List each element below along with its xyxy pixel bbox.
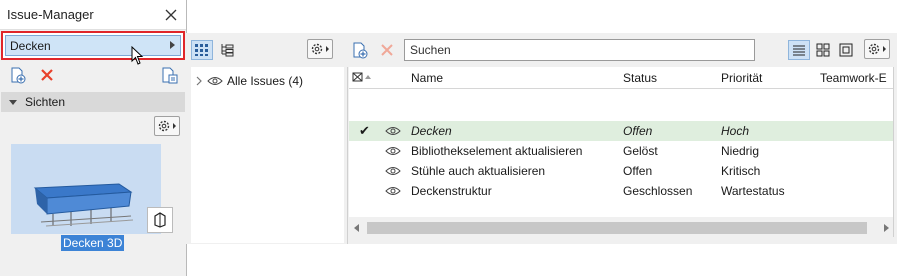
column-header-status[interactable]: Status	[623, 71, 657, 85]
eye-icon[interactable]	[385, 146, 401, 156]
issues-main-panel: Suchen Alle Issues (4) Name Status Prior…	[186, 33, 897, 244]
row-status: Gelöst	[623, 144, 658, 158]
gear-icon[interactable]	[864, 39, 890, 59]
checkmark-icon: ✔	[359, 123, 370, 138]
grid-view-icon[interactable]	[191, 40, 213, 60]
new-issue-icon[interactable]	[8, 65, 28, 85]
row-priority: Kritisch	[721, 164, 761, 178]
single-view-icon[interactable]	[835, 40, 857, 60]
view-thumbnail[interactable]	[11, 144, 161, 234]
row-priority: Hoch	[721, 124, 750, 138]
table-row[interactable]: Deckenstruktur Geschlossen Wartestatus	[349, 181, 894, 201]
tree-item-label: Alle Issues (4)	[227, 74, 304, 88]
issues-table: Name Status Priorität Teamwork-E ✔ Decke…	[349, 67, 894, 217]
palette-toolbar	[0, 62, 186, 88]
eye-icon[interactable]	[385, 166, 401, 176]
sort-icon[interactable]	[352, 71, 372, 86]
search-placeholder: Suchen	[410, 43, 451, 57]
issue-dropdown[interactable]: Decken	[5, 35, 181, 56]
column-header-teamwork[interactable]: Teamwork-E	[820, 71, 887, 85]
collapse-triangle-icon	[9, 99, 17, 105]
cursor-icon	[131, 45, 145, 69]
new-issue-icon[interactable]	[349, 40, 371, 60]
search-input[interactable]: Suchen	[404, 39, 755, 61]
chevron-right-icon	[170, 41, 175, 49]
eye-icon	[207, 77, 223, 85]
palette-titlebar: Issue-Manager	[0, 0, 186, 30]
tree-view-icon[interactable]	[216, 40, 238, 60]
table-row[interactable]: Stühle auch aktualisieren Offen Kritisch	[349, 161, 894, 181]
thumbnail-label: Decken 3D	[61, 235, 125, 251]
close-icon[interactable]	[160, 4, 182, 26]
issue-dropdown-value: Decken	[10, 38, 51, 53]
export-icon[interactable]	[159, 65, 179, 85]
eye-icon[interactable]	[385, 186, 401, 196]
tile-view-icon[interactable]	[812, 40, 834, 60]
delete-icon[interactable]	[376, 40, 398, 60]
issue-manager-palette: Issue-Manager Decken Sichten Decken 3D	[0, 0, 187, 276]
row-priority: Wartestatus	[721, 184, 785, 198]
eye-icon[interactable]	[385, 126, 401, 136]
row-name: Deckenstruktur	[411, 184, 492, 198]
pane-divider[interactable]	[347, 67, 348, 244]
horizontal-scrollbar[interactable]	[349, 219, 894, 237]
delete-icon[interactable]	[37, 65, 57, 85]
table-row[interactable]: Bibliothekselement aktualisieren Gelöst …	[349, 141, 894, 161]
row-status: Offen	[623, 124, 653, 138]
palette-title: Issue-Manager	[7, 7, 94, 22]
gear-icon[interactable]	[154, 116, 180, 136]
table-row[interactable]: ✔ Decken Offen Hoch	[349, 121, 894, 141]
section-header-views[interactable]: Sichten	[1, 92, 185, 112]
table-header: Name Status Priorität Teamwork-E	[349, 67, 894, 89]
chevron-right-icon[interactable]	[195, 76, 203, 86]
tree-item-all-issues[interactable]: Alle Issues (4)	[195, 74, 303, 88]
row-status: Offen	[623, 164, 653, 178]
row-priority: Niedrig	[721, 144, 760, 158]
column-header-name[interactable]: Name	[411, 71, 443, 85]
main-toolbar: Suchen	[186, 33, 897, 67]
table-right-border	[893, 67, 894, 237]
scroll-left-icon[interactable]	[354, 224, 359, 232]
row-status: Geschlossen	[623, 184, 693, 198]
row-name: Stühle auch aktualisieren	[411, 164, 546, 178]
section-label: Sichten	[25, 95, 66, 109]
list-view-icon[interactable]	[788, 40, 810, 60]
scrollbar-thumb[interactable]	[367, 222, 867, 234]
column-header-priority[interactable]: Priorität	[721, 71, 762, 85]
highlight-frame: Decken	[1, 31, 185, 60]
view-icon[interactable]	[147, 207, 173, 233]
row-name: Bibliothekselement aktualisieren	[411, 144, 583, 158]
scroll-right-icon[interactable]	[884, 224, 889, 232]
issue-tree: Alle Issues (4)	[191, 67, 344, 243]
gear-icon[interactable]	[307, 39, 333, 59]
row-name: Decken	[411, 124, 452, 138]
